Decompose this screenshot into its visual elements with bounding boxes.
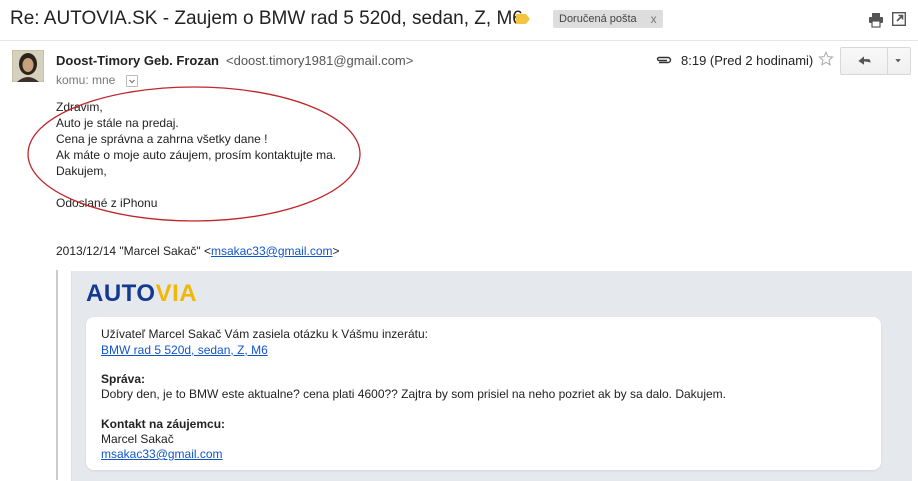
inbox-label-text: Doručená pošta <box>559 13 637 25</box>
reply-icon <box>858 56 871 65</box>
sender-email: <doost.timory1981@gmail.com> <box>226 53 414 68</box>
quoted-intro: Užívateľ Marcel Sakač Vám zasiela otázku… <box>101 327 428 341</box>
print-icon[interactable] <box>868 12 884 28</box>
quote-attribution-prefix: 2013/12/14 "Marcel Sakač" < <box>56 244 211 258</box>
annotation-ellipse <box>27 86 361 222</box>
paperclip-icon <box>656 56 672 64</box>
quote-attribution-suffix: > <box>332 244 340 258</box>
inbox-label-chip[interactable]: Doručená pošta x <box>553 10 663 28</box>
contact-label: Kontakt na záujemcu: <box>101 417 226 431</box>
quote-attribution: 2013/12/14 "Marcel Sakač" <msakac33@gmai… <box>56 244 340 258</box>
header-divider <box>0 40 918 41</box>
remove-label-button[interactable]: x <box>651 12 657 26</box>
star-icon[interactable] <box>818 51 834 67</box>
autovia-logo: AUTOVIA <box>86 280 197 308</box>
chevron-down-icon <box>895 59 901 63</box>
message-text: Dobry den, je to BMW este aktualne? cena… <box>101 387 727 401</box>
email-subject: Re: AUTOVIA.SK - Zaujem o BMW rad 5 520d… <box>10 8 523 29</box>
message-time: 8:19 (Pred 2 hodinami) <box>681 53 814 68</box>
contact-email-link[interactable]: msakac33@gmail.com <box>101 447 223 461</box>
more-options-button[interactable] <box>887 47 911 75</box>
quote-bar <box>56 270 58 480</box>
quote-sender-email-link[interactable]: msakac33@gmail.com <box>211 244 333 258</box>
message-label: Správa: <box>101 372 146 386</box>
avatar <box>12 50 44 82</box>
contact-name: Marcel Sakač <box>101 432 174 446</box>
label-tag-icon[interactable] <box>515 13 531 25</box>
sender-name: Doost-Timory Geb. Frozan <box>56 53 219 68</box>
reply-button[interactable] <box>840 47 888 75</box>
logo-auto: AUTO <box>86 280 156 307</box>
ad-link[interactable]: BMW rad 5 520d, sedan, Z, M6 <box>101 343 268 357</box>
logo-via: VIA <box>155 280 198 307</box>
new-window-icon[interactable] <box>892 12 906 26</box>
